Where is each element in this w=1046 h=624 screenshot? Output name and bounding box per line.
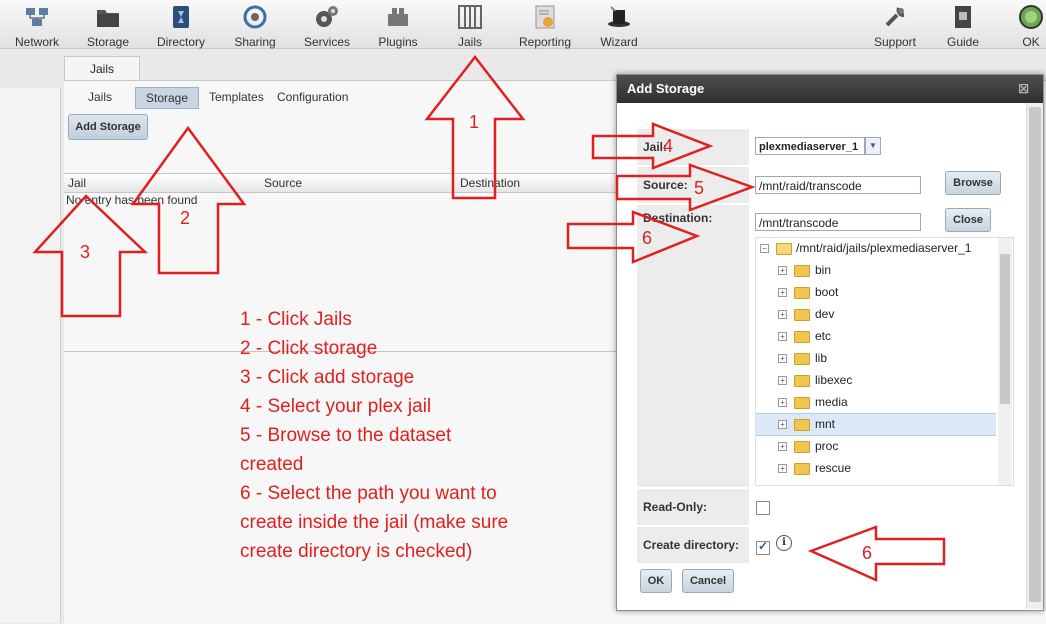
annotation-arrows [32, 54, 946, 582]
arrow-2 [130, 125, 247, 275]
annotation-number: 1 [469, 112, 480, 132]
annotation-number: 3 [80, 242, 91, 262]
annotation-number: 4 [663, 136, 674, 156]
annotation-number: 6 [642, 228, 653, 248]
arrow-6a [566, 210, 701, 264]
arrow-6b [807, 525, 946, 582]
annotation-number: 5 [694, 178, 705, 198]
arrow-4 [591, 122, 714, 170]
annotation-number: 6 [862, 543, 873, 563]
arrow-5 [615, 163, 756, 212]
annotation-number: 2 [180, 208, 191, 228]
